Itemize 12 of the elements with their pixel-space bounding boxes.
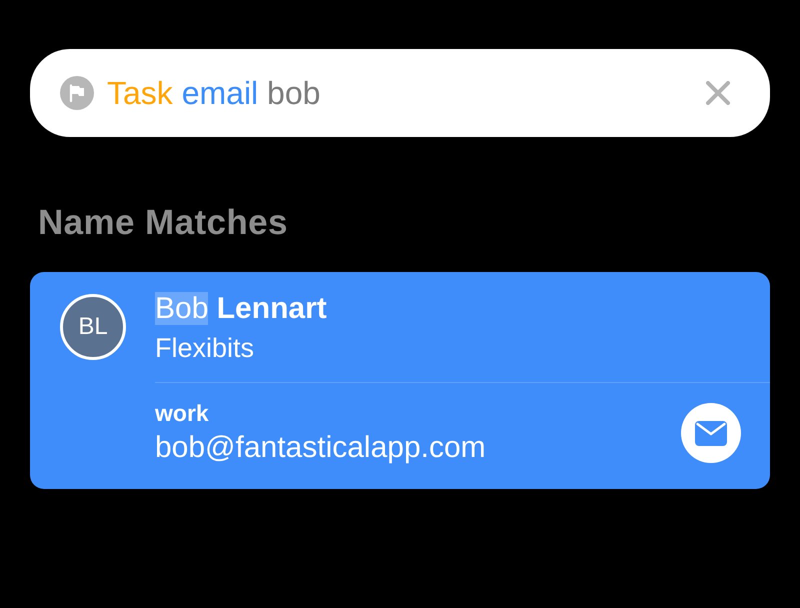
- avatar: BL: [60, 294, 126, 360]
- section-heading: Name Matches: [38, 203, 289, 243]
- envelope-icon: [695, 420, 727, 446]
- clear-button[interactable]: [704, 79, 732, 107]
- contact-organization: Flexibits: [155, 332, 256, 364]
- contact-name: Bob Lennart: [155, 291, 328, 327]
- contact-card[interactable]: BL Bob Lennart Flexibits work bob@fantasticalapp.com: [30, 272, 770, 489]
- email-address: bob@fantasticalapp.com: [155, 430, 487, 466]
- search-field[interactable]: Task email bob: [107, 73, 704, 113]
- close-icon: [706, 81, 730, 105]
- email-label: work: [155, 400, 210, 426]
- flag-icon: [60, 76, 94, 110]
